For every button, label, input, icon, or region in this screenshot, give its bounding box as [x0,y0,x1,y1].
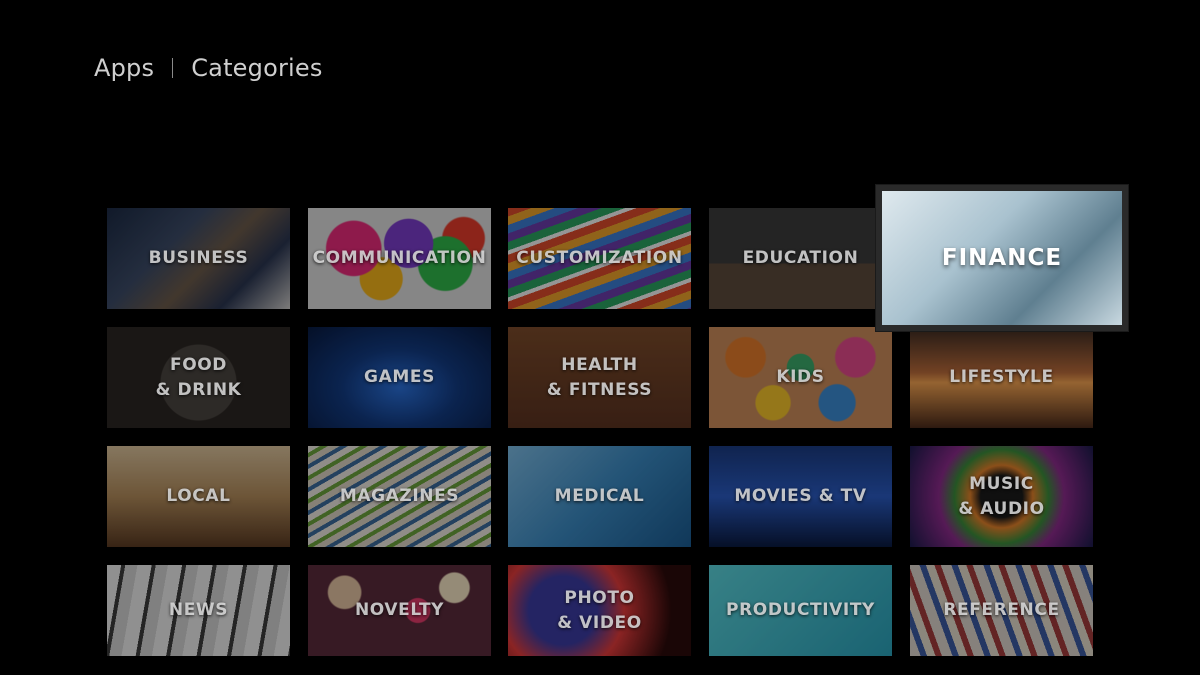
category-tile-food-drink[interactable]: FOOD & DRINK [107,327,290,428]
category-label: MAGAZINES [339,486,460,506]
category-label: MUSIC & AUDIO [958,473,1045,519]
category-tile-lifestyle[interactable]: LIFESTYLE [910,327,1093,428]
category-tile-local[interactable]: LOCAL [107,446,290,547]
category-label: CUSTOMIZATION [516,248,683,268]
category-label: FOOD & DRINK [155,354,242,400]
category-label: COMMUNICATION [312,248,487,268]
category-tile-education[interactable]: EDUCATION [709,208,892,309]
category-tile-reference[interactable]: REFERENCE [910,565,1093,656]
category-tile-medical[interactable]: MEDICAL [508,446,691,547]
category-label: EDUCATION [742,248,859,268]
category-tile-communication[interactable]: COMMUNICATION [308,208,491,309]
category-grid: BUSINESS COMMUNICATION CUSTOMIZATION EDU… [0,0,1200,675]
category-tile-photo-video[interactable]: PHOTO & VIDEO [508,565,691,656]
category-tile-news[interactable]: NEWS [107,565,290,656]
category-label: KIDS [776,367,825,387]
category-label: MOVIES & TV [734,486,867,506]
category-label: BUSINESS [148,248,249,268]
category-tile-kids[interactable]: KIDS [709,327,892,428]
category-tile-productivity[interactable]: PRODUCTIVITY [709,565,892,656]
category-tile-health-fitness[interactable]: HEALTH & FITNESS [508,327,691,428]
category-label: REFERENCE [943,600,1060,620]
category-label: LOCAL [166,486,231,506]
category-tile-customization[interactable]: CUSTOMIZATION [508,208,691,309]
app-categories-screen: Apps Categories BUSINESS COMMUNICATION C… [0,0,1200,675]
category-label: PHOTO & VIDEO [557,587,642,633]
category-tile-magazines[interactable]: MAGAZINES [308,446,491,547]
category-tile-finance[interactable]: FINANCE [876,185,1128,331]
category-tile-movies-tv[interactable]: MOVIES & TV [709,446,892,547]
category-label: NEWS [168,600,229,620]
category-label: LIFESTYLE [949,367,1054,387]
category-label: MEDICAL [554,486,645,506]
category-tile-games[interactable]: GAMES [308,327,491,428]
category-tile-business[interactable]: BUSINESS [107,208,290,309]
category-tile-novelty[interactable]: NOVELTY [308,565,491,656]
category-label: FINANCE [941,244,1063,271]
category-tile-music-audio[interactable]: MUSIC & AUDIO [910,446,1093,547]
category-label: NOVELTY [354,600,445,620]
category-label: HEALTH & FITNESS [546,354,653,400]
category-label: GAMES [364,367,435,387]
category-label: PRODUCTIVITY [726,600,875,620]
